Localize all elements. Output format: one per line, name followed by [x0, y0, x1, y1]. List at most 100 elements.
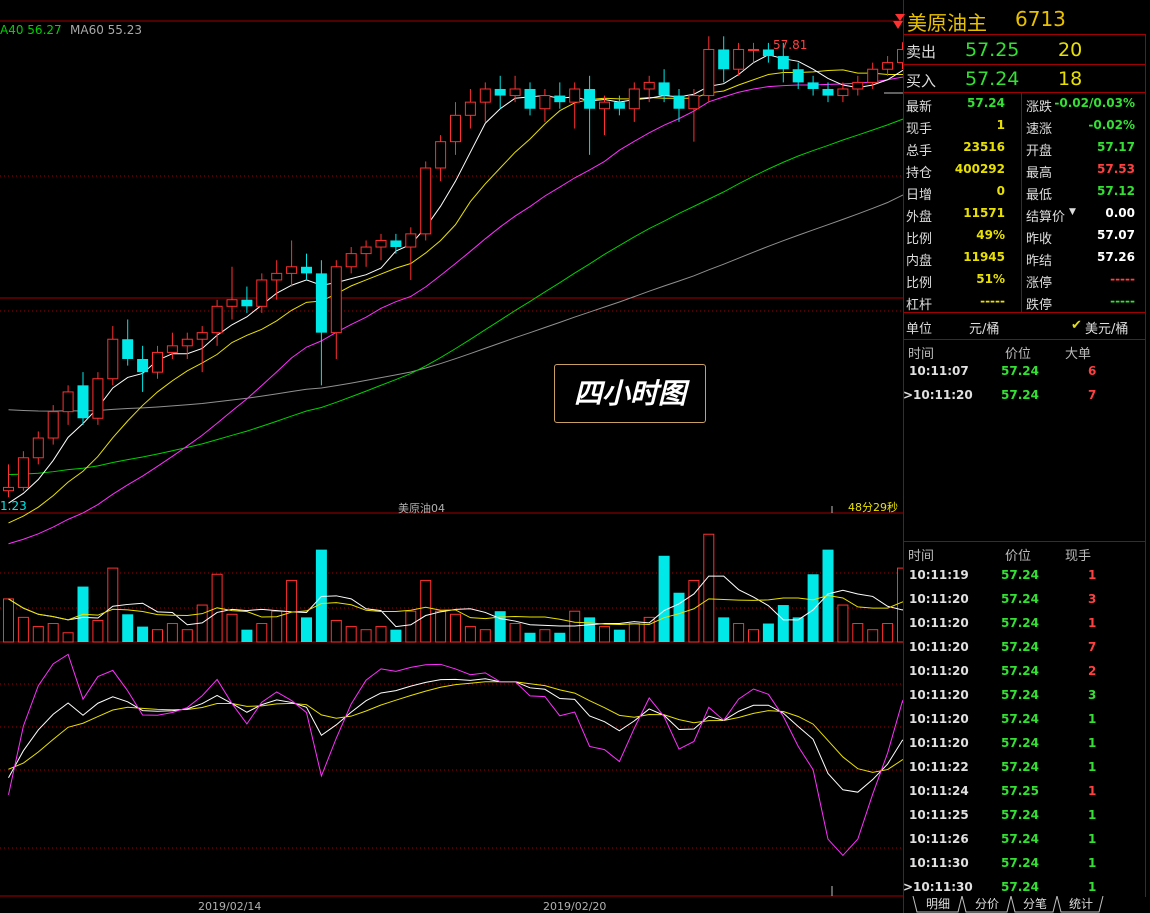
trade-qty: 7	[1088, 640, 1097, 654]
volume-bar	[762, 623, 774, 642]
ask-qty: 20	[1058, 39, 1083, 61]
quote-value-right: -0.02%	[1088, 118, 1135, 132]
volume-bar	[47, 623, 59, 643]
candle-body	[301, 266, 312, 274]
tab-statistics[interactable]: 统计	[1061, 896, 1101, 912]
volume-bar	[330, 619, 342, 643]
trade-time: 10:11:19	[909, 568, 969, 582]
trade-time: 10:11:22	[909, 760, 969, 774]
volume-bar	[375, 626, 387, 643]
table-row[interactable]: 10:11:25 57.24 1	[903, 808, 1143, 826]
candle-body	[494, 88, 506, 96]
trade-qty: 1	[1088, 568, 1097, 582]
settle-dropdown-icon[interactable]: ▼	[1069, 207, 1076, 217]
candle-body	[152, 351, 163, 373]
candle-body	[196, 332, 208, 340]
bid-qty: 18	[1058, 68, 1083, 90]
table-row[interactable]: 10:11:20 57.24 3	[903, 592, 1143, 610]
trade-price: 57.25	[1001, 784, 1039, 798]
volume-bar	[673, 592, 685, 642]
trade-qty: 1	[1088, 784, 1097, 798]
tab-ticks[interactable]: 分笔	[1015, 896, 1055, 912]
quote-value-right: 57.12	[1097, 184, 1135, 198]
candle-body	[286, 266, 298, 274]
volume-bar	[450, 613, 461, 643]
candle-body	[643, 81, 655, 90]
candle-body	[718, 49, 730, 70]
table-row[interactable]: >10:11:20 57.24 7	[903, 388, 1143, 406]
candle-body	[271, 272, 283, 281]
candle-body	[450, 114, 461, 143]
candle-body	[822, 88, 834, 96]
trade-qty: 3	[1088, 688, 1097, 702]
volume-bar	[554, 632, 566, 642]
trade-qty: 1	[1088, 616, 1097, 630]
table-row[interactable]: 10:11:20 57.24 3	[903, 688, 1143, 706]
volume-bar	[62, 632, 74, 643]
trade-time: 10:11:07	[909, 364, 969, 378]
trade-time: 10:11:20	[909, 616, 969, 630]
table-row[interactable]: 10:11:26 57.24 1	[903, 832, 1143, 850]
table-row[interactable]: 10:11:20 57.24 1	[903, 712, 1143, 730]
candle-body	[390, 240, 402, 248]
volume-bar	[584, 617, 596, 642]
trade-time: 10:11:20	[909, 688, 969, 702]
table-row[interactable]: 10:11:20 57.24 1	[903, 736, 1143, 754]
volume-bar	[32, 626, 44, 643]
table-row[interactable]: 10:11:30 57.24 1	[903, 856, 1143, 874]
tab-price-distribution[interactable]: 分价	[966, 896, 1008, 912]
panel-collapse-icon[interactable]	[895, 14, 905, 21]
volume-bar	[569, 610, 581, 643]
unit-yuan-option[interactable]: 元/桶	[969, 318, 999, 337]
quote-value-right: 57.26	[1097, 250, 1135, 264]
trade-qty: 1	[1088, 736, 1097, 750]
candle-body	[47, 411, 59, 439]
trade-qty: 7	[1088, 388, 1097, 402]
candle-body	[166, 345, 178, 353]
volume-bar	[241, 629, 253, 642]
trade-price: 57.24	[1001, 364, 1039, 378]
trade-qty: 2	[1088, 664, 1097, 678]
kline-chart-area[interactable]: A40 56.27 MA60 55.23 57.81 1.23 美原油04 48…	[0, 0, 903, 913]
table-row[interactable]: 10:11:20 57.24 7	[903, 640, 1143, 658]
candle-body	[315, 273, 327, 333]
quote-value-right: 57.07	[1097, 228, 1135, 242]
table-row[interactable]: 10:11:24 57.25 1	[903, 784, 1143, 802]
candle-body	[703, 48, 715, 97]
trade-price: 57.24	[1001, 736, 1039, 750]
volume-bar	[867, 629, 879, 643]
candle-body	[32, 437, 44, 459]
volume-bar	[256, 623, 268, 643]
candle-body	[62, 391, 74, 413]
kline-chart-svg[interactable]	[0, 0, 903, 913]
trade-qty: 1	[1088, 832, 1097, 846]
trade-time: 10:11:25	[909, 808, 969, 822]
trade-price: 57.24	[1001, 616, 1039, 630]
volume-bar	[479, 629, 491, 643]
table-row[interactable]: 10:11:22 57.24 1	[903, 760, 1143, 778]
big-order-head-time: 时间	[908, 347, 935, 362]
volume-bar	[137, 626, 149, 642]
volume-bar	[628, 623, 640, 643]
trade-qty: 1	[1088, 712, 1097, 726]
candle-body	[524, 88, 536, 109]
table-row[interactable]: 10:11:20 57.24 1	[903, 616, 1143, 634]
candle-body	[748, 48, 759, 51]
tab-detail[interactable]: 明细	[917, 896, 959, 912]
table-row[interactable]: 10:11:20 57.24 2	[903, 664, 1143, 682]
ma40-line	[8, 118, 903, 476]
candle-body	[569, 88, 581, 103]
table-row[interactable]: 10:11:07 57.24 6	[903, 364, 1143, 382]
trade-price: 57.24	[1001, 568, 1039, 582]
unit-usd-option[interactable]: 美元/桶	[1085, 318, 1128, 337]
candle-body	[345, 253, 357, 268]
unit-check-icon: ✔	[1071, 318, 1082, 333]
volume-bar	[17, 616, 29, 643]
trade-qty: 1	[1088, 880, 1097, 894]
x-axis-label-2: 2019/02/20	[543, 900, 607, 913]
candle-body	[882, 62, 894, 70]
volume-bar	[599, 626, 610, 643]
table-row[interactable]: 10:11:19 57.24 1	[903, 568, 1143, 586]
volume-bar	[420, 579, 432, 643]
trade-time: 10:11:20	[909, 640, 969, 654]
